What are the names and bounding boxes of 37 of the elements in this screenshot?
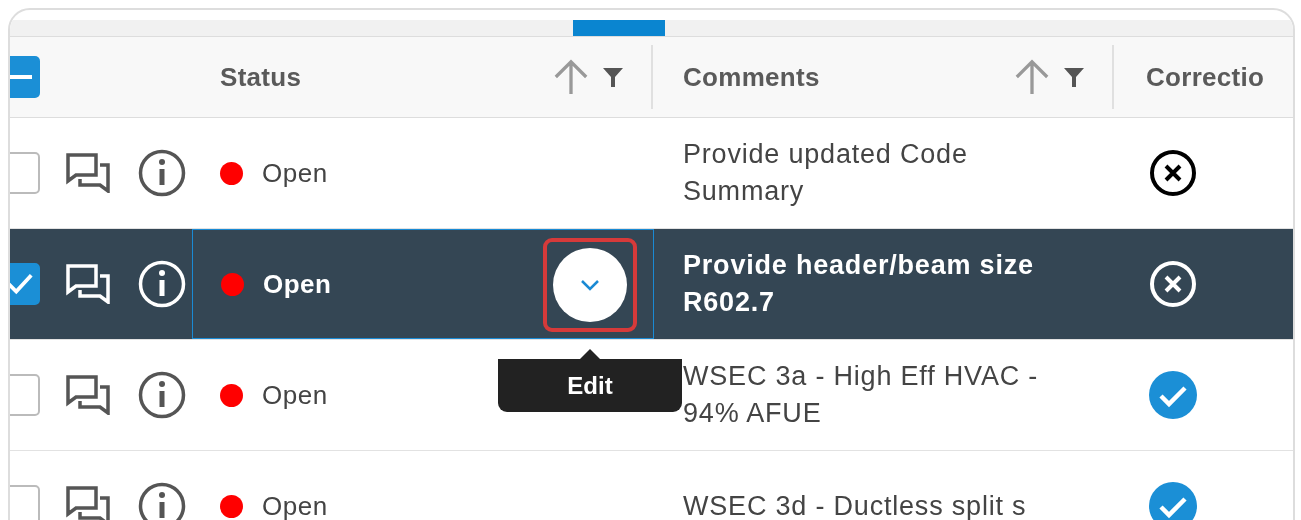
status-cell[interactable]: Open <box>192 451 654 520</box>
status-text: Open <box>262 157 328 189</box>
status-text: Open <box>262 490 328 520</box>
comment-text: WSEC 3a - High Eff HVAC - 94% AFUE <box>683 360 1040 430</box>
sort-up-icon[interactable] <box>1013 58 1051 96</box>
filter-icon[interactable] <box>602 66 624 88</box>
comment-text: WSEC 3d - Ductless split s <box>683 489 1028 520</box>
table-row[interactable]: Open WSEC 3d - Ductless split s <box>10 451 1293 520</box>
table-row[interactable]: Open Provide header/beam size R602.7 <box>10 229 1293 340</box>
comments-icon[interactable] <box>66 264 110 304</box>
row-checkbox[interactable] <box>10 374 40 416</box>
filter-icon[interactable] <box>1063 66 1085 88</box>
column-header[interactable]: Correctio <box>1146 61 1265 93</box>
comments-icon[interactable] <box>66 375 110 415</box>
comments-icon[interactable] <box>66 486 110 520</box>
scroll-thumb[interactable] <box>573 20 665 36</box>
comment-text: Provide updated Code Summary <box>683 138 969 208</box>
chevron-down-icon <box>580 279 600 291</box>
column-header[interactable]: Status <box>220 61 302 93</box>
status-text: Open <box>263 268 332 300</box>
focused-cell[interactable]: Open <box>192 229 654 339</box>
row-checkbox[interactable] <box>10 152 40 194</box>
info-icon[interactable] <box>138 371 186 419</box>
select-all-checkbox[interactable] <box>10 56 40 98</box>
status-text: Open <box>262 379 328 411</box>
x-circle-icon[interactable] <box>1148 259 1198 309</box>
x-circle-icon[interactable] <box>1148 148 1198 198</box>
column-header[interactable]: Comments <box>683 61 820 93</box>
status-cell[interactable]: Open <box>192 118 654 228</box>
comments-icon[interactable] <box>66 153 110 193</box>
info-icon[interactable] <box>138 482 186 520</box>
row-checkbox[interactable] <box>10 263 40 305</box>
sort-up-icon[interactable] <box>552 58 590 96</box>
info-icon[interactable] <box>138 149 186 197</box>
check-circle-icon[interactable] <box>1148 370 1198 420</box>
comment-text: Provide header/beam size R602.7 <box>683 249 1035 319</box>
tooltip: Edit <box>498 349 682 412</box>
